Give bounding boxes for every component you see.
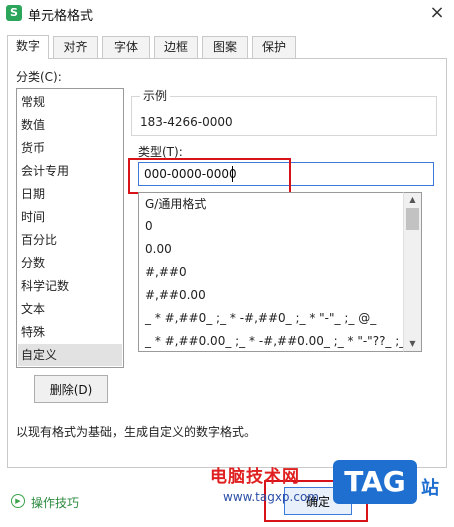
tab-pattern[interactable]: 图案: [202, 36, 248, 58]
tab-alignment[interactable]: 对齐: [53, 36, 98, 58]
category-item-number[interactable]: 数值: [21, 114, 121, 136]
format-list[interactable]: G/通用格式 0 0.00 #,##0 #,##0.00 _ * #,##0_ …: [138, 192, 422, 352]
tab-border[interactable]: 边框: [154, 36, 198, 58]
description-text: 以现有格式为基础，生成自定义的数字格式。: [16, 425, 257, 439]
tips-link[interactable]: 操作技巧: [31, 494, 79, 511]
tab-protection[interactable]: 保护: [252, 36, 296, 58]
watermark-logo: TAG: [333, 460, 417, 504]
sample-value: 183-4266-0000: [140, 115, 233, 129]
category-label: 分类(C):: [16, 70, 62, 84]
format-item[interactable]: 0.00: [145, 238, 172, 260]
format-item[interactable]: #,##0.00: [145, 284, 206, 306]
category-item-fraction[interactable]: 分数: [21, 252, 121, 274]
sample-legend: 示例: [140, 87, 171, 104]
category-item-text[interactable]: 文本: [21, 298, 121, 320]
app-icon: S: [6, 5, 22, 21]
category-item-special[interactable]: 特殊: [21, 321, 121, 343]
category-item-currency[interactable]: 货币: [21, 137, 121, 159]
category-item-percentage[interactable]: 百分比: [21, 229, 121, 251]
format-item[interactable]: #,##0: [145, 261, 187, 283]
type-input-highlight: [128, 158, 291, 194]
format-item[interactable]: _ * #,##0_ ;_ * -#,##0_ ;_ * "-"_ ;_ @_: [145, 307, 376, 329]
scroll-up-icon[interactable]: ▲: [404, 193, 421, 207]
dialog-title: 单元格格式: [28, 9, 94, 24]
tab-number[interactable]: 数字: [7, 35, 49, 59]
category-item-general[interactable]: 常规: [21, 91, 121, 113]
scroll-thumb[interactable]: [406, 208, 419, 230]
format-item[interactable]: 0: [145, 215, 153, 237]
play-icon[interactable]: ▶: [11, 494, 25, 508]
tab-font[interactable]: 字体: [102, 36, 150, 58]
close-icon[interactable]: ×: [424, 2, 450, 24]
watermark-site: 站: [421, 478, 439, 499]
format-item[interactable]: _ * #,##0.00_ ;_ * -#,##0.00_ ;_ * "-"??…: [145, 330, 422, 351]
scroll-down-icon[interactable]: ▼: [404, 337, 421, 351]
watermark-text: 电脑技术网: [210, 467, 300, 487]
delete-button[interactable]: 删除(D): [34, 375, 108, 403]
category-item-time[interactable]: 时间: [21, 206, 121, 228]
category-list[interactable]: 常规 数值 货币 会计专用 日期 时间 百分比 分数 科学记数 文本 特殊 自定…: [16, 88, 124, 368]
watermark-url: www.tagxp.com: [223, 490, 319, 504]
category-item-scientific[interactable]: 科学记数: [21, 275, 121, 297]
category-item-accounting[interactable]: 会计专用: [21, 160, 121, 182]
category-item-date[interactable]: 日期: [21, 183, 121, 205]
format-item[interactable]: G/通用格式: [145, 193, 206, 215]
category-item-custom[interactable]: 自定义: [18, 344, 122, 366]
